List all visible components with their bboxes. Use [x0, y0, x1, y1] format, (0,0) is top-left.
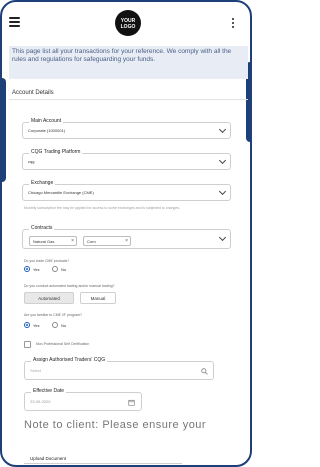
effective-date-label: Effective Date	[31, 388, 67, 394]
radio-dot	[52, 266, 58, 272]
radio-dot	[52, 322, 58, 328]
self-certification-checkbox[interactable]	[24, 341, 31, 348]
section-title: Account Details	[12, 90, 54, 96]
contract-chip[interactable]: Natural Gas ×	[29, 236, 77, 246]
exchange-select[interactable]: Exchange Chicago Mercantile Exchange (CM…	[22, 180, 231, 201]
trading-platform-value: cqg	[28, 159, 35, 164]
notice-banner: This page list all your transactions for…	[9, 46, 248, 79]
contract-chip-label: Natural Gas	[33, 239, 55, 244]
chevron-down-icon	[218, 187, 227, 196]
trader-cqg-search[interactable]: Assign Authorised Traders' CQG Select	[24, 357, 214, 380]
radio-dot	[24, 266, 30, 272]
hamburger-menu-icon[interactable]	[9, 17, 20, 27]
radio-dot	[24, 322, 30, 328]
upload-document-field[interactable]	[24, 463, 182, 464]
calendar-icon[interactable]	[128, 399, 135, 406]
main-account-value: Corporate (1000001)	[28, 128, 66, 133]
trader-cqg-label: Assign Authorised Traders' CQG	[31, 357, 108, 363]
close-icon[interactable]: ×	[71, 238, 74, 244]
radio-no[interactable]: No	[52, 266, 66, 272]
trading-platform-select[interactable]: CQG Trading Platform cqg	[22, 149, 231, 170]
main-account-label: Main Account	[29, 118, 64, 124]
main-account-select[interactable]: Main Account Corporate (1000001)	[22, 118, 231, 139]
trader-cqg-placeholder: Select	[30, 368, 42, 373]
question-automated: Do you conduct automated trading and/or …	[24, 284, 115, 288]
close-icon[interactable]: ×	[125, 238, 128, 244]
logo: YOUR LOGO	[115, 10, 141, 36]
upload-document-label: Upload Document	[30, 456, 67, 461]
effective-date-value: 23-09-2020	[30, 399, 51, 404]
search-icon[interactable]	[201, 368, 208, 375]
effective-date-field[interactable]: Effective Date 23-09-2020	[24, 388, 142, 411]
radio-yes[interactable]: Yes	[24, 322, 40, 328]
chevron-down-icon	[218, 125, 227, 134]
kebab-menu-icon[interactable]	[232, 18, 235, 30]
exchange-label: Exchange	[29, 180, 56, 186]
frame-side-tab-left	[2, 78, 6, 182]
phone-frame: YOUR LOGO This page list all your transa…	[0, 0, 252, 467]
divider	[9, 99, 248, 100]
radio-yes[interactable]: Yes	[24, 266, 40, 272]
question-cme-products: Do you trade CME products?	[24, 259, 70, 263]
client-note: Note to client: Please ensure your	[24, 419, 207, 431]
top-bar: YOUR LOGO	[2, 2, 250, 46]
manual-toggle[interactable]: Manual	[80, 292, 116, 304]
contract-chip[interactable]: Corn ×	[83, 236, 131, 246]
radio-no[interactable]: No	[52, 322, 66, 328]
exchange-helper-text: Monthly subscription fee may be applied …	[24, 206, 181, 210]
automated-toggle[interactable]: Automated	[24, 292, 74, 304]
trading-platform-label: CQG Trading Platform	[29, 149, 83, 155]
question-cbot: Are you familiar to CME I/F program?	[24, 313, 82, 317]
exchange-value: Chicago Mercantile Exchange (CME)	[28, 190, 94, 195]
contracts-label: Contracts	[29, 225, 55, 231]
chevron-down-icon	[218, 156, 227, 165]
contract-chip-label: Corn	[87, 239, 96, 244]
self-certification-label: Non-Professional Self Certification	[36, 342, 90, 346]
chevron-down-icon	[218, 233, 227, 242]
